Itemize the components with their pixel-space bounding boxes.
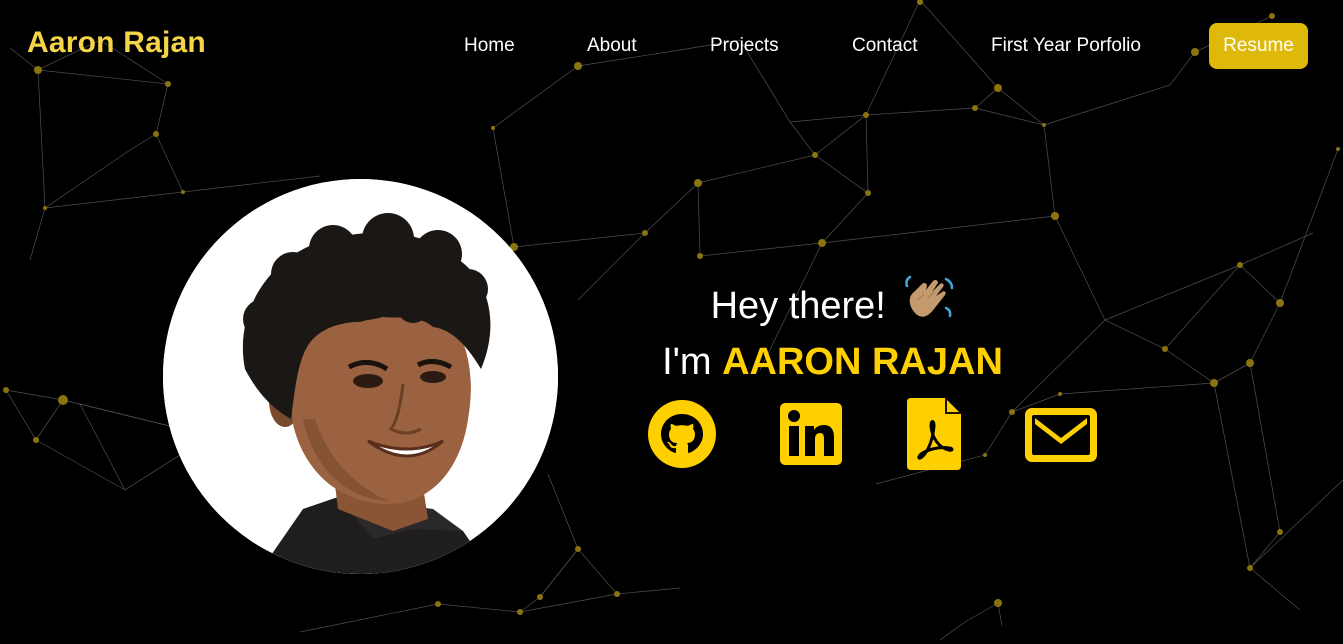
email-link[interactable]: [1025, 408, 1097, 467]
waving-hand-icon: [902, 274, 954, 334]
hero-name: AARON RAJAN: [722, 341, 1003, 383]
brand-logo-link[interactable]: Aaron Rajan: [27, 26, 206, 60]
navbar: Aaron Rajan Home About Projects Contact …: [0, 0, 1343, 92]
greeting-line: Hey there!: [600, 275, 1065, 338]
linkedin-link[interactable]: [780, 403, 842, 470]
github-link[interactable]: [648, 400, 716, 473]
portfolio-page: Aaron Rajan Home About Projects Contact …: [0, 0, 1343, 644]
portrait-illustration: [163, 179, 558, 574]
resume-pdf-link[interactable]: [907, 398, 961, 475]
mail-icon: [1025, 408, 1097, 462]
greeting-text: Hey there!: [710, 285, 886, 328]
intro-prefix: I'm: [662, 341, 712, 383]
nav-link-contact[interactable]: Contact: [852, 35, 917, 57]
hero-section: Hey there! I'm AARON RAJAN: [600, 275, 1097, 470]
social-links: [600, 398, 1097, 475]
pdf-icon: [907, 398, 961, 470]
nav-link-about[interactable]: About: [587, 35, 637, 57]
linkedin-icon: [780, 403, 842, 465]
nav-link-home[interactable]: Home: [464, 35, 515, 57]
nav-link-projects[interactable]: Projects: [710, 35, 779, 57]
intro-line: I'm AARON RAJAN: [600, 338, 1065, 386]
nav-link-first-year-portfolio[interactable]: First Year Porfolio: [991, 35, 1141, 57]
github-icon: [648, 400, 716, 468]
profile-photo: [163, 179, 558, 574]
resume-button[interactable]: Resume: [1209, 23, 1308, 69]
